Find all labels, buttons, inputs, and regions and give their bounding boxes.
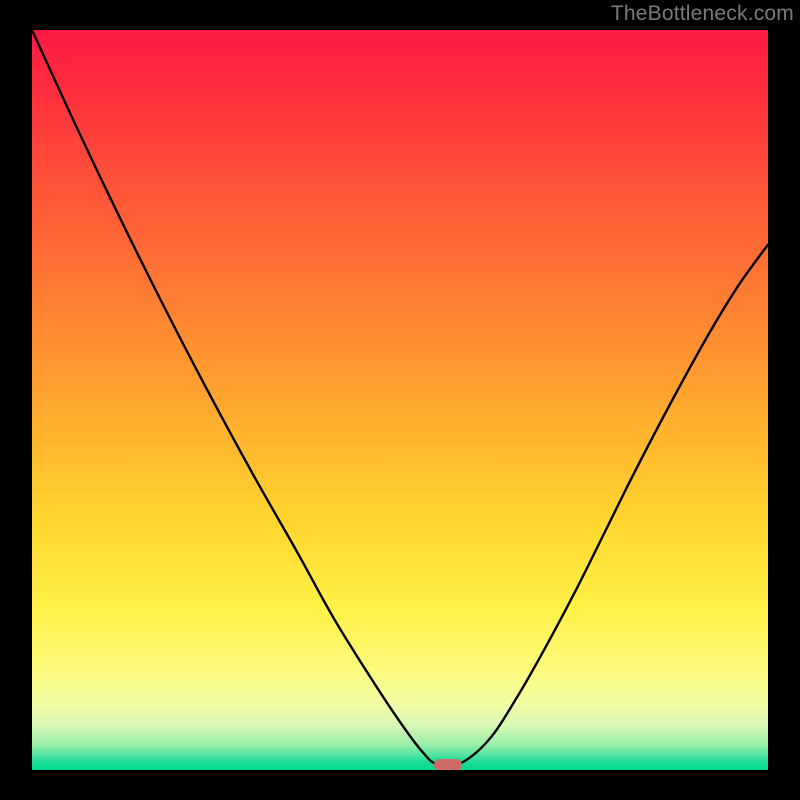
bottleneck-curve bbox=[32, 30, 768, 770]
plot-area bbox=[32, 30, 768, 770]
curve-path bbox=[32, 30, 768, 767]
watermark-text: TheBottleneck.com bbox=[611, 2, 794, 26]
chart-frame: TheBottleneck.com bbox=[0, 0, 800, 800]
minimum-marker bbox=[434, 759, 462, 770]
